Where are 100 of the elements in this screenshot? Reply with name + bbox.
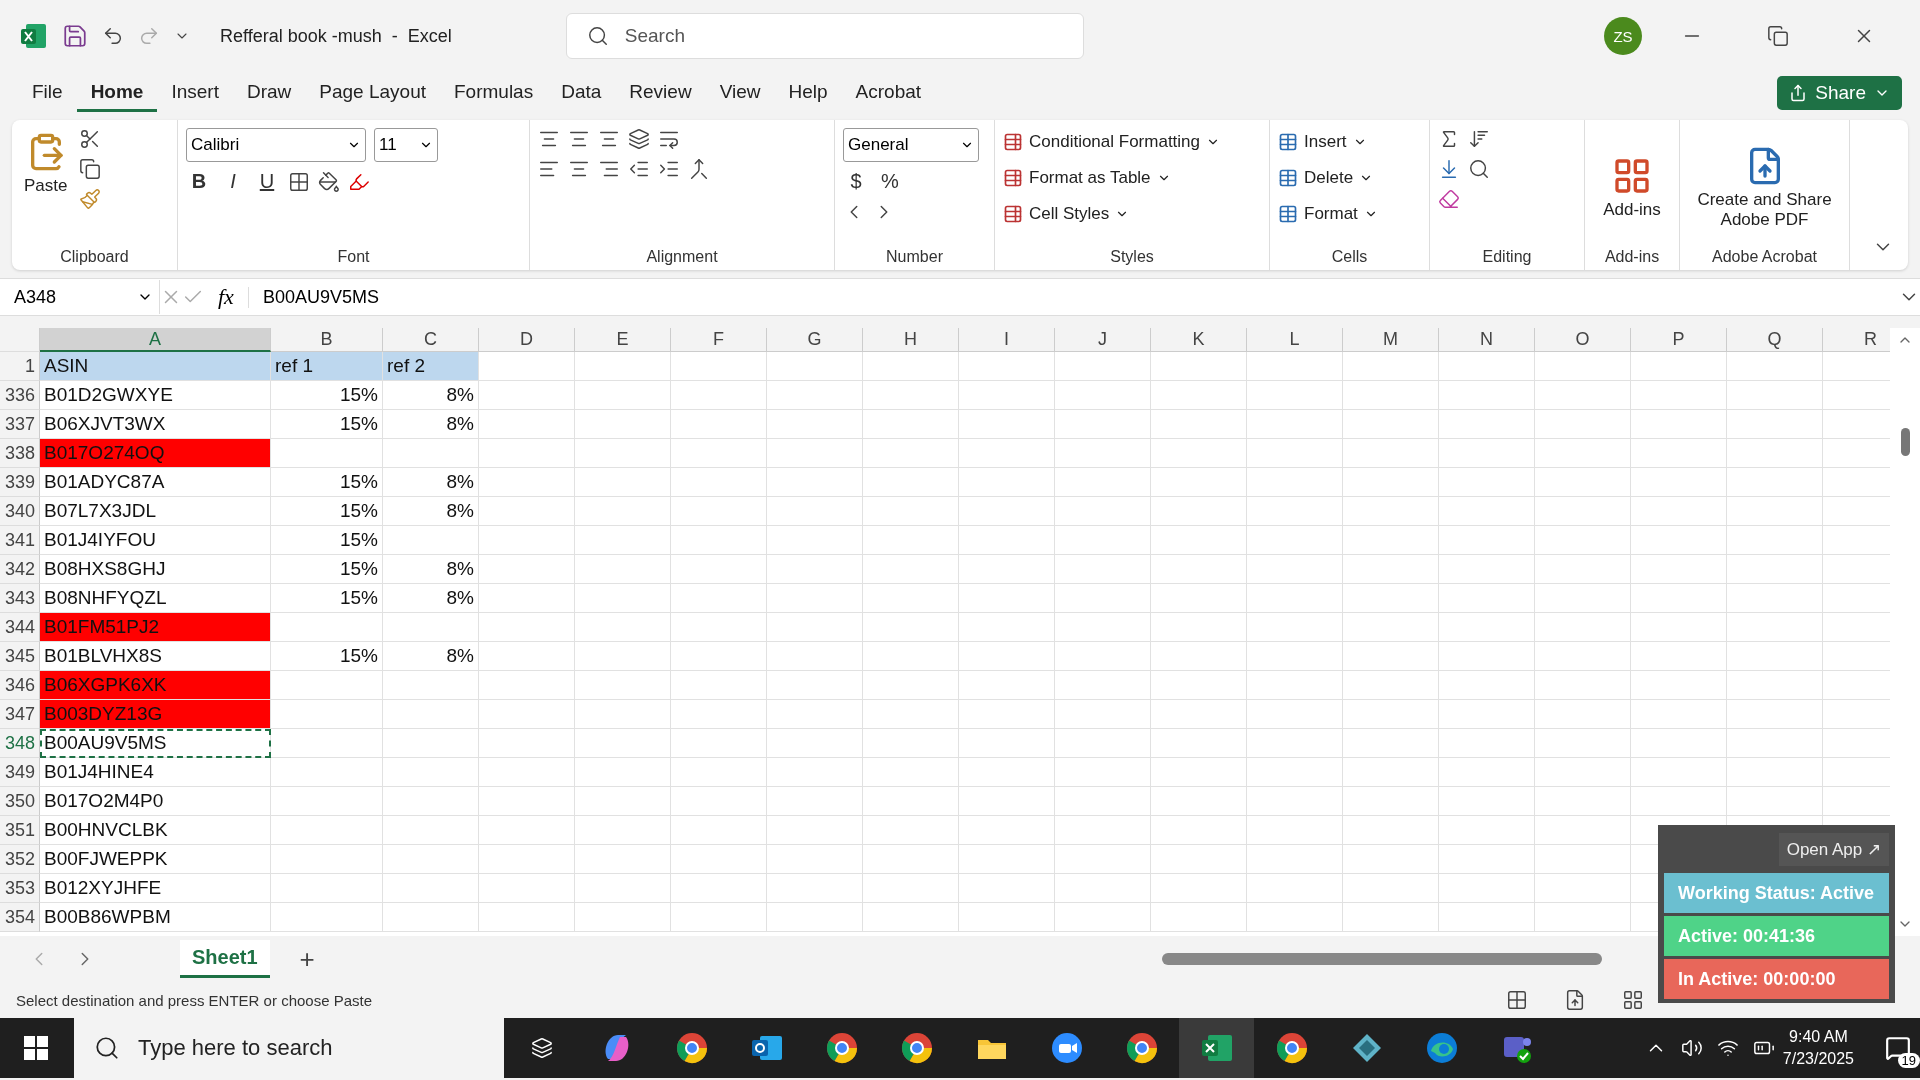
table-cell[interactable]: [959, 497, 1055, 526]
table-cell[interactable]: [1055, 671, 1151, 700]
formula-field[interactable]: B00AU9V5MS: [247, 286, 1898, 308]
start-icon[interactable]: [24, 1036, 48, 1060]
table-cell[interactable]: [671, 729, 767, 758]
table-cell[interactable]: [1631, 700, 1727, 729]
table-cell[interactable]: [863, 555, 959, 584]
font-name-field[interactable]: Calibri: [186, 128, 366, 162]
table-cell[interactable]: [959, 758, 1055, 787]
table-cell[interactable]: [1535, 729, 1631, 758]
table-cell[interactable]: [1631, 439, 1727, 468]
table-cell[interactable]: B08NHFYQZL: [40, 584, 271, 613]
table-cell[interactable]: [575, 787, 671, 816]
table-cell[interactable]: [1343, 816, 1439, 845]
table-cell[interactable]: 8%: [383, 642, 479, 671]
table-cell[interactable]: [1343, 613, 1439, 642]
table-cell[interactable]: 15%: [271, 381, 383, 410]
chrome-icon[interactable]: [1124, 1031, 1159, 1065]
table-cell[interactable]: [767, 497, 863, 526]
table-cell[interactable]: [959, 642, 1055, 671]
table-cell[interactable]: [1151, 555, 1247, 584]
table-cell[interactable]: [1535, 671, 1631, 700]
table-cell[interactable]: [1439, 787, 1535, 816]
table-cell[interactable]: [479, 903, 575, 932]
table-cell[interactable]: [271, 700, 383, 729]
table-cell[interactable]: B017O274OQ: [40, 439, 271, 468]
table-cell[interactable]: B01D2GWXYE: [40, 381, 271, 410]
table-cell[interactable]: [479, 845, 575, 874]
table-cell[interactable]: [1151, 874, 1247, 903]
font-size-field[interactable]: 11: [374, 128, 438, 162]
table-cell[interactable]: [767, 874, 863, 903]
table-cell[interactable]: [271, 758, 383, 787]
table-cell[interactable]: [959, 526, 1055, 555]
ribbon-tab[interactable]: Help: [774, 74, 842, 112]
row-header[interactable]: 341: [0, 526, 40, 555]
table-cell[interactable]: [1535, 903, 1631, 932]
row-header[interactable]: 350: [0, 787, 40, 816]
table-cell[interactable]: [1343, 381, 1439, 410]
column-header[interactable]: O: [1535, 328, 1631, 352]
table-cell[interactable]: [1151, 758, 1247, 787]
table-cell[interactable]: [479, 468, 575, 497]
table-cell[interactable]: [1247, 729, 1343, 758]
table-cell[interactable]: [383, 903, 479, 932]
add-ins-button[interactable]: Add-ins: [1599, 152, 1665, 224]
table-cell[interactable]: [767, 439, 863, 468]
cells-menu-button[interactable]: Insert: [1278, 128, 1378, 156]
table-cell[interactable]: [767, 758, 863, 787]
table-cell[interactable]: [1631, 787, 1727, 816]
chrome-icon[interactable]: [674, 1031, 709, 1065]
table-cell[interactable]: [959, 381, 1055, 410]
row-header[interactable]: 337: [0, 410, 40, 439]
table-cell[interactable]: [1439, 874, 1535, 903]
table-cell[interactable]: [767, 352, 863, 381]
table-cell[interactable]: [671, 468, 767, 497]
table-cell[interactable]: [1151, 468, 1247, 497]
table-cell[interactable]: [1535, 584, 1631, 613]
row-header[interactable]: 347: [0, 700, 40, 729]
table-cell[interactable]: [1439, 671, 1535, 700]
table-cell[interactable]: [1727, 468, 1823, 497]
table-cell[interactable]: [1727, 555, 1823, 584]
row-header[interactable]: 343: [0, 584, 40, 613]
orientation-icon[interactable]: [628, 128, 650, 150]
table-cell[interactable]: [1439, 758, 1535, 787]
column-header[interactable]: Q: [1727, 328, 1823, 352]
table-cell[interactable]: [1727, 787, 1823, 816]
table-cell[interactable]: [271, 787, 383, 816]
table-cell[interactable]: 8%: [383, 555, 479, 584]
table-cell[interactable]: [1247, 671, 1343, 700]
table-cell[interactable]: [767, 381, 863, 410]
table-cell[interactable]: [1055, 555, 1151, 584]
table-cell[interactable]: B01ADYC87A: [40, 468, 271, 497]
table-cell[interactable]: [1055, 816, 1151, 845]
row-header[interactable]: 340: [0, 497, 40, 526]
table-cell[interactable]: 8%: [383, 381, 479, 410]
table-cell[interactable]: B07L7X3JDL: [40, 497, 271, 526]
table-cell[interactable]: [1631, 352, 1727, 381]
table-cell[interactable]: [575, 439, 671, 468]
table-cell[interactable]: [1535, 758, 1631, 787]
table-cell[interactable]: [479, 729, 575, 758]
redo-icon[interactable]: [138, 25, 160, 47]
bold-button[interactable]: B: [186, 170, 212, 193]
excel-logo-icon[interactable]: [20, 22, 48, 50]
column-header[interactable]: L: [1247, 328, 1343, 352]
task-view-icon[interactable]: [530, 1037, 553, 1059]
underline-button[interactable]: U: [254, 170, 280, 193]
table-cell[interactable]: [575, 903, 671, 932]
restore-icon[interactable]: [1767, 25, 1789, 47]
table-cell[interactable]: [671, 903, 767, 932]
currency-button[interactable]: $: [843, 170, 869, 193]
table-cell[interactable]: [1247, 700, 1343, 729]
table-cell[interactable]: [575, 352, 671, 381]
table-cell[interactable]: [479, 700, 575, 729]
percent-button[interactable]: %: [877, 170, 903, 193]
table-cell[interactable]: 15%: [271, 410, 383, 439]
table-cell[interactable]: [671, 642, 767, 671]
table-cell[interactable]: [1151, 497, 1247, 526]
table-cell[interactable]: [1439, 816, 1535, 845]
table-cell[interactable]: [863, 526, 959, 555]
table-cell[interactable]: B01BLVHX8S: [40, 642, 271, 671]
table-cell[interactable]: [863, 352, 959, 381]
